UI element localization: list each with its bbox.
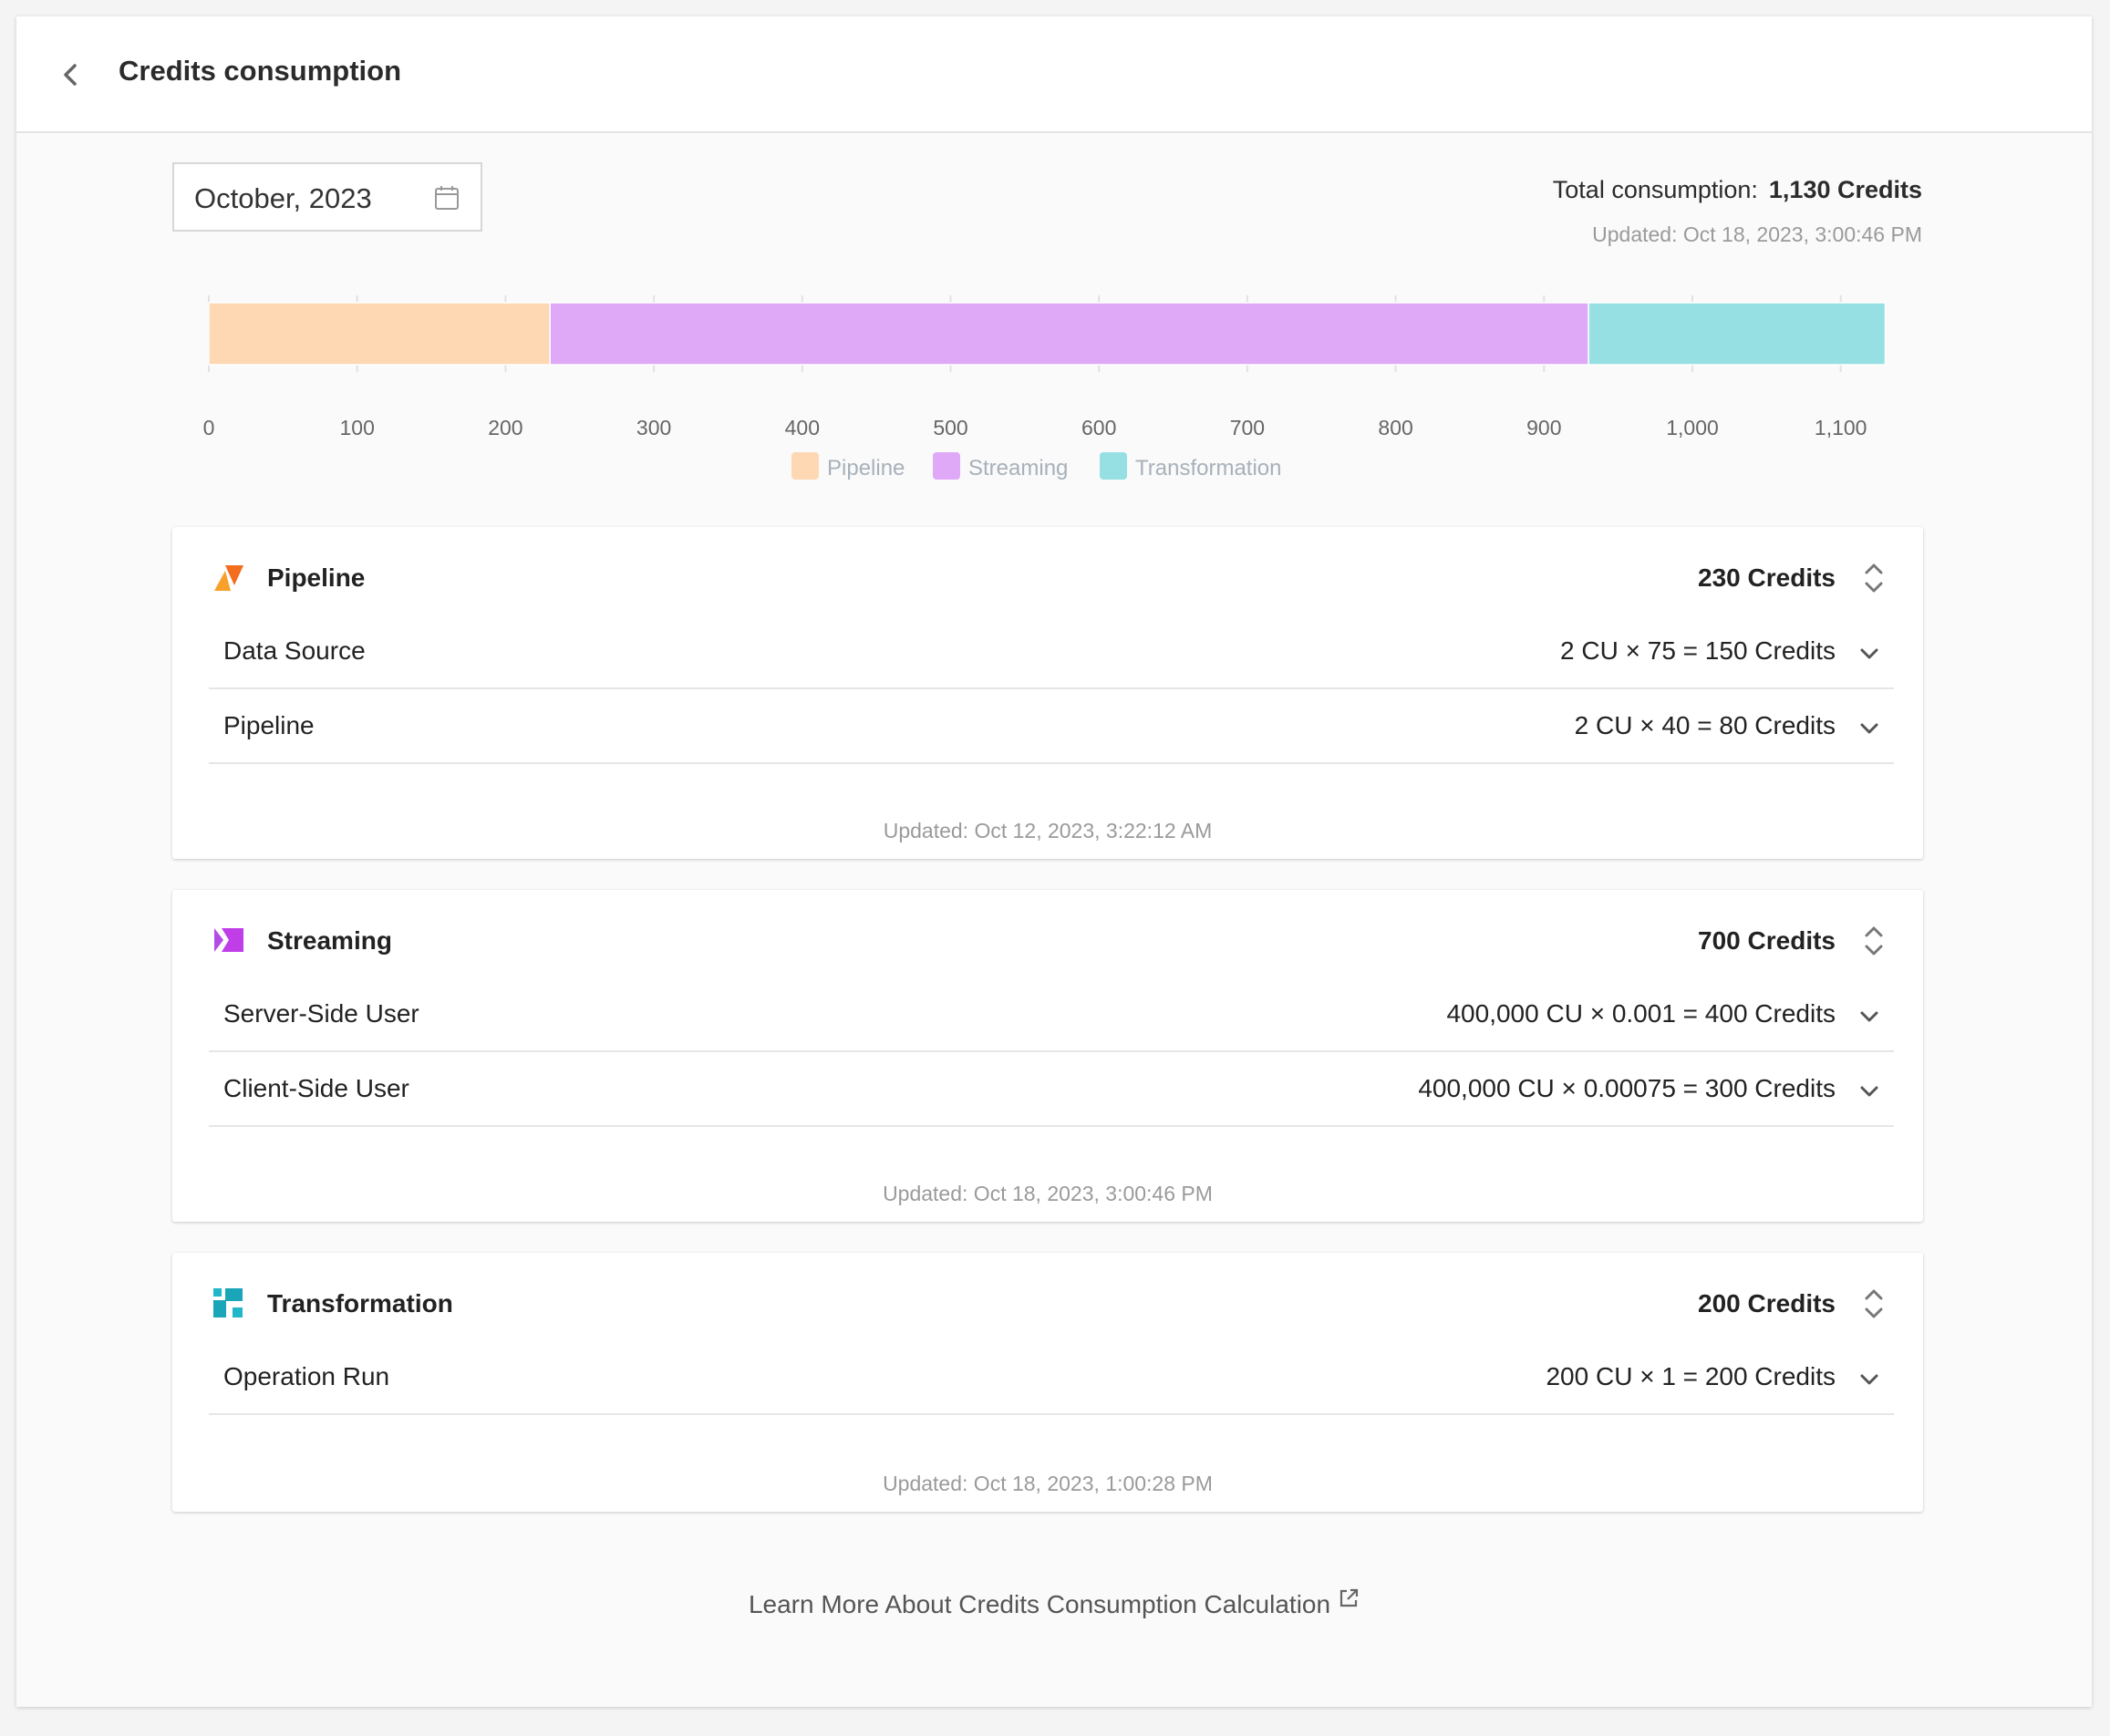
x-tick-label: 900	[1526, 416, 1561, 439]
card-updated-timestamp: Updated: Oct 12, 2023, 3:22:12 AM	[883, 819, 1213, 842]
line-item-label: Server-Side User	[223, 999, 419, 1028]
card-title: Pipeline	[267, 563, 366, 592]
external-link-icon	[1339, 1588, 1359, 1607]
page-header: Credits consumption	[16, 16, 2092, 133]
card-total: 700 Credits	[1698, 926, 1836, 955]
x-tick-label: 100	[340, 416, 375, 439]
chevron-left-icon	[64, 64, 77, 86]
streaming-icon	[214, 928, 243, 952]
x-tick-label: 600	[1081, 416, 1116, 439]
x-tick-label: 800	[1378, 416, 1412, 439]
pipeline-icon	[214, 565, 243, 591]
expand-collapse-icon[interactable]	[1861, 923, 1887, 959]
legend-swatch-streaming	[933, 452, 960, 480]
x-tick-label: 400	[785, 416, 820, 439]
chevron-down-icon	[1860, 1374, 1878, 1385]
line-item-value: 200 CU × 1 = 200 Credits	[1546, 1362, 1836, 1390]
transformation-icon	[213, 1288, 243, 1318]
line-item-row[interactable]: Pipeline 2 CU × 40 = 80 Credits	[209, 689, 1894, 764]
legend-label-streaming[interactable]: Streaming	[968, 456, 1068, 480]
bar-segment-pipeline[interactable]	[208, 302, 551, 366]
expand-collapse-icon[interactable]	[1861, 1286, 1887, 1322]
legend-label-transformation[interactable]: Transformation	[1135, 456, 1282, 480]
x-tick-label: 700	[1230, 416, 1265, 439]
line-item-value: 2 CU × 75 = 150 Credits	[1560, 636, 1836, 665]
chevron-down-icon	[1860, 723, 1878, 734]
streaming-card: Streaming 700 Credits Server-Side User 4…	[172, 890, 1923, 1222]
line-item-label: Operation Run	[223, 1362, 390, 1390]
line-item-row[interactable]: Data Source 2 CU × 75 = 150 Credits	[209, 615, 1894, 689]
line-item-value: 400,000 CU × 0.001 = 400 Credits	[1446, 999, 1836, 1028]
chevron-down-icon	[1860, 1086, 1878, 1097]
x-tick-label: 200	[488, 416, 522, 439]
bar-segment-transformation[interactable]	[1588, 302, 1887, 366]
x-tick-label: 1,100	[1815, 416, 1867, 439]
expand-collapse-icon[interactable]	[1861, 560, 1887, 596]
card-title: Streaming	[267, 926, 392, 955]
line-item-label: Data Source	[223, 636, 366, 665]
chevron-down-icon	[1860, 648, 1878, 659]
x-tick-label: 300	[636, 416, 671, 439]
transformation-card: Transformation 200 Credits Operation Run…	[172, 1253, 1923, 1512]
line-item-label: Client-Side User	[223, 1074, 409, 1102]
card-total: 230 Credits	[1698, 563, 1836, 592]
calendar-icon	[435, 186, 459, 210]
legend-swatch-pipeline	[791, 452, 819, 480]
pipeline-card: Pipeline 230 Credits Data Source 2 CU × …	[172, 527, 1923, 859]
legend-swatch-transformation	[1100, 452, 1127, 480]
line-item-label: Pipeline	[223, 711, 315, 739]
month-picker-value: October, 2023	[194, 182, 372, 214]
total-consumption-value: 1,130 Credits	[1768, 176, 1922, 203]
credits-window: Credits consumption October, 2023 Total …	[16, 16, 2092, 1707]
learn-more-link[interactable]: Learn More About Credits Consumption Cal…	[16, 1587, 2092, 1619]
total-consumption: Total consumption: 1,130 Credits	[1553, 176, 1922, 204]
chevron-down-icon	[1860, 1011, 1878, 1022]
x-tick-label: 500	[933, 416, 967, 439]
card-total: 200 Credits	[1698, 1289, 1836, 1318]
card-updated-timestamp: Updated: Oct 18, 2023, 1:00:28 PM	[883, 1472, 1213, 1495]
line-item-value: 2 CU × 40 = 80 Credits	[1574, 711, 1836, 739]
line-item-row[interactable]: Server-Side User 400,000 CU × 0.001 = 40…	[209, 977, 1894, 1052]
card-updated-timestamp: Updated: Oct 18, 2023, 3:00:46 PM	[883, 1182, 1213, 1205]
x-tick-label: 0	[203, 416, 215, 439]
bar-segment-streaming[interactable]	[549, 302, 1589, 366]
month-picker[interactable]: October, 2023	[172, 162, 482, 232]
x-tick-label: 1,000	[1666, 416, 1719, 439]
line-item-value: 400,000 CU × 0.00075 = 300 Credits	[1418, 1074, 1836, 1102]
page-title: Credits consumption	[119, 55, 402, 87]
learn-more-label: Learn More About Credits Consumption Cal…	[748, 1590, 1331, 1618]
total-consumption-label: Total consumption:	[1552, 176, 1758, 203]
back-button[interactable]	[49, 53, 93, 97]
legend-label-pipeline[interactable]: Pipeline	[827, 456, 905, 480]
card-title: Transformation	[267, 1289, 453, 1318]
total-updated-timestamp: Updated: Oct 18, 2023, 3:00:46 PM	[1592, 222, 1922, 246]
line-item-row[interactable]: Operation Run 200 CU × 1 = 200 Credits	[209, 1340, 1894, 1415]
line-item-row[interactable]: Client-Side User 400,000 CU × 0.00075 = …	[209, 1052, 1894, 1127]
